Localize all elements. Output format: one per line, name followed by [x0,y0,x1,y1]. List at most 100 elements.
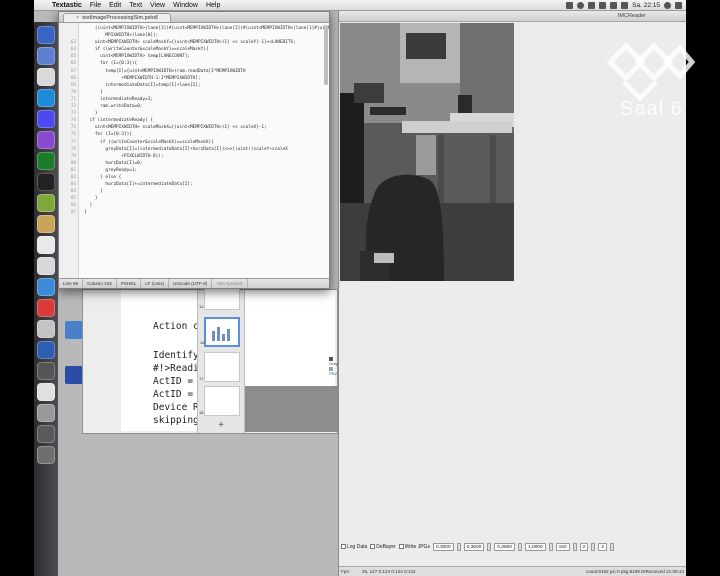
param-field-1[interactable]: 0,3000 [432,543,454,551]
code-line[interactable]: 70 } [71,89,329,96]
calendar-icon[interactable] [37,236,55,254]
code-line[interactable]: 78 greyData[I]=(intermediateData[I]+horz… [71,146,329,153]
code-line[interactable]: 85 } [71,195,329,202]
slide-number: 18 [199,410,204,415]
menu-view[interactable]: View [146,2,169,9]
debayer-checkbox[interactable]: DeBayer [370,544,396,550]
textedit-icon[interactable] [37,383,55,401]
safari-icon[interactable] [37,68,55,86]
code-line[interactable]: 82 } else { [71,174,329,181]
close-tab-icon[interactable]: × [76,15,79,21]
menu-bar: Textastic File Edit Text View Window Hel… [34,0,686,11]
param-field-2[interactable]: 0,3600 [463,543,485,551]
xcode-icon[interactable] [37,278,55,296]
param-stepper-6[interactable] [591,543,596,551]
code-text: uint<MEMPIXWIDTH> scaleMaskY={(uint<MEMP… [79,40,296,46]
param-stepper-7[interactable] [610,543,614,551]
param-stepper-4[interactable] [548,543,553,551]
line-number: 75 [70,125,76,131]
launchpad-icon[interactable] [37,47,55,65]
code-line[interactable]: 83 horzData[I]+=intermediateData[I]; [71,181,329,188]
param-stepper-3[interactable] [517,543,522,551]
system-preferences-icon[interactable] [37,404,55,422]
code-line[interactable]: 71 intermediateReady=1; [71,96,329,103]
bluetooth-icon[interactable] [588,1,596,9]
code-line[interactable]: MPIXWIDTH>)lane[0]); [79,32,329,39]
dropbox-icon[interactable] [566,1,574,9]
param-field-5[interactable]: 150 [555,543,570,551]
maps-icon[interactable] [37,299,55,317]
code-line[interactable]: 75 uint<MEMPIXWIDTH> scaleMaskX={(uint<M… [71,124,329,131]
code-line[interactable]: 77 if ((writeCounter&scaleMaskX)==scaleM… [71,139,329,146]
code-line[interactable]: 67 temp[I]={uint<MEMPIXWIDTH>)ram.readDa… [71,68,329,75]
menu-app-name[interactable]: Textastic [48,2,86,9]
menu-file[interactable]: File [86,2,105,9]
battery-icon[interactable] [621,1,629,9]
log-data-checkbox[interactable]: Log Data [341,544,367,550]
code-line[interactable]: 87 } [71,209,329,216]
downloads-stack-icon[interactable] [37,425,55,443]
messages-icon[interactable] [37,110,55,128]
param-field-6[interactable]: 2 [579,543,589,551]
textastic-icon[interactable] [37,194,55,212]
spotlight-icon[interactable] [664,1,671,9]
code-line[interactable]: 66 for (I={0:3}){ [71,60,329,67]
trash-icon[interactable] [37,446,55,464]
add-slide-button[interactable]: + [198,420,244,431]
code-line[interactable]: 69 intermediateData[I]=temp[I]+lane[I]; [71,82,329,89]
status-line-endings[interactable]: LF (Unix) [141,279,170,288]
vertical-scrollbar[interactable] [324,25,328,85]
slide-thumbnail[interactable]: 18 [199,386,240,416]
code-line[interactable]: 68 +MEMPIXWIDTH-1:I*MEMPIXWIDTH]; [71,75,329,82]
param-field-4[interactable]: 1,0000 [524,543,546,551]
code-line[interactable]: 76 for (I={0:3}){ [71,131,329,138]
code-line[interactable]: 79 +PIXELWIDTH-8)); [71,153,329,160]
param-stepper-1[interactable] [456,543,461,551]
code-area[interactable]: ((uint<MEMPIXWIDTH>)lane[3])#(uint<MEMPI… [71,25,329,217]
volume-icon[interactable] [610,1,618,9]
terminal-icon[interactable] [37,173,55,191]
code-line[interactable]: 72 ram.writeData=0; [71,103,329,110]
menu-window[interactable]: Window [169,2,202,9]
param-stepper-5[interactable] [572,543,577,551]
slide-thumbnail-selected[interactable]: 16 [200,317,240,347]
status-encoding[interactable]: Unicode (UTF-8) [169,279,213,288]
line-number: 79 [70,153,76,159]
editor-body[interactable]: ((uint<MEMPIXWIDTH>)lane[3])#(uint<MEMPI… [59,23,329,279]
code-line[interactable]: 63 uint<MEMPIXWIDTH> scaleMaskY={(uint<M… [71,39,329,46]
notes-icon[interactable] [37,215,55,233]
editor-tab[interactable]: × testImageProcessingSim.pshdl [63,13,171,22]
param-stepper-2[interactable] [487,543,492,551]
param-field-7[interactable]: 2 [598,543,607,551]
app-icon-generic[interactable] [37,362,55,380]
code-line[interactable]: ((uint<MEMPIXWIDTH>)lane[3])#(uint<MEMPI… [79,25,329,32]
code-line[interactable]: 64 if ((writeCounter&scaleMaskY)==scaleM… [71,46,329,53]
mail-icon[interactable] [37,89,55,107]
status-syntax[interactable]: PSHDL [117,279,142,288]
wifi-icon[interactable] [599,1,607,9]
line-number: 63 [70,40,76,46]
slide-thumbnail[interactable]: 17 [199,352,240,382]
code-line[interactable]: 65 uint<MEMPIXWIDTH> temp[LANECOUNT]; [71,53,329,60]
status-symbols[interactable]: <No symbol> [212,279,249,288]
skype-icon[interactable] [37,152,55,170]
sync-icon[interactable] [577,1,585,9]
code-line[interactable]: 86 } [71,202,329,209]
finder-icon[interactable] [37,26,55,44]
reminders-icon[interactable] [37,257,55,275]
write-jpgs-checkbox[interactable]: Write JPGs [398,544,430,550]
param-field-3[interactable]: 0,3800 [494,543,515,551]
menu-help[interactable]: Help [202,2,224,9]
itunes-icon[interactable] [37,131,55,149]
code-line[interactable]: 73 } [71,110,329,117]
menubar-clock[interactable]: Sa. 22:15 [632,2,660,9]
menu-text[interactable]: Text [125,2,146,9]
chrome-icon[interactable] [37,320,55,338]
code-line[interactable]: 80 horzData[I]=0; [71,160,329,167]
menu-edit[interactable]: Edit [105,2,125,9]
pages-icon[interactable] [37,341,55,359]
code-line[interactable]: 81 greyReady=1; [71,167,329,174]
code-line[interactable]: 84 } [71,188,329,195]
code-line[interactable]: 74 if (intermediateReady) { [71,117,329,124]
notification-center-icon[interactable] [675,1,682,9]
